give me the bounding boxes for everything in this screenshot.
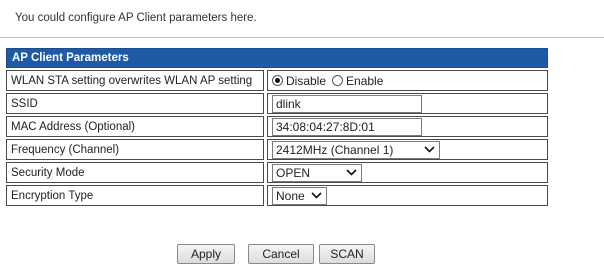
scan-button[interactable]: SCAN xyxy=(319,244,375,264)
ssid-value: dlink xyxy=(267,93,548,114)
encryption-selected: None xyxy=(276,188,305,203)
row-security: Security Mode OPEN xyxy=(6,162,548,183)
disable-radio-label[interactable]: Disable xyxy=(286,74,326,88)
mac-input[interactable]: 34:08:04:27:8D:01 xyxy=(272,117,422,136)
mac-value: 34:08:04:27:8D:01 xyxy=(267,116,548,137)
frequency-selected: 2412MHz (Channel 1) xyxy=(276,142,394,157)
wlan-sta-label: WLAN STA setting overwrites WLAN AP sett… xyxy=(6,70,264,91)
mac-label: MAC Address (Optional) xyxy=(6,116,264,137)
intro-text: You could configure AP Client parameters… xyxy=(15,12,257,24)
security-label: Security Mode xyxy=(6,162,264,183)
section-title: AP Client Parameters xyxy=(6,48,548,68)
row-frequency: Frequency (Channel) 2412MHz (Channel 1) xyxy=(6,139,548,160)
security-value: OPEN xyxy=(267,162,548,183)
ssid-label: SSID xyxy=(6,93,264,114)
ssid-input[interactable]: dlink xyxy=(272,94,422,113)
cancel-button[interactable]: Cancel xyxy=(248,244,314,264)
button-bar: Apply Cancel SCAN xyxy=(0,244,604,264)
divider xyxy=(0,37,604,38)
wlan-sta-value: Disable Enable xyxy=(267,70,548,91)
security-selected: OPEN xyxy=(276,165,311,180)
row-encryption: Encryption Type None xyxy=(6,185,548,206)
wlan-sta-radio-group: Disable Enable xyxy=(272,74,389,88)
chevron-down-icon xyxy=(310,191,322,201)
frequency-value: 2412MHz (Channel 1) xyxy=(267,139,548,160)
chevron-down-icon xyxy=(345,168,357,178)
frequency-label: Frequency (Channel) xyxy=(6,139,264,160)
encryption-value: None xyxy=(267,185,548,206)
frequency-select[interactable]: 2412MHz (Channel 1) xyxy=(272,140,440,159)
encryption-select[interactable]: None xyxy=(272,186,327,205)
apply-button[interactable]: Apply xyxy=(177,244,235,264)
security-select[interactable]: OPEN xyxy=(272,163,362,182)
chevron-down-icon xyxy=(423,145,435,155)
enable-radio-label[interactable]: Enable xyxy=(346,74,383,88)
ap-client-table: AP Client Parameters WLAN STA setting ov… xyxy=(6,48,548,206)
row-wlan-sta: WLAN STA setting overwrites WLAN AP sett… xyxy=(6,70,548,91)
enable-radio[interactable] xyxy=(332,75,344,86)
row-ssid: SSID dlink xyxy=(6,93,548,114)
row-mac: MAC Address (Optional) 34:08:04:27:8D:01 xyxy=(6,116,548,137)
encryption-label: Encryption Type xyxy=(6,185,264,206)
disable-radio[interactable] xyxy=(272,75,283,86)
